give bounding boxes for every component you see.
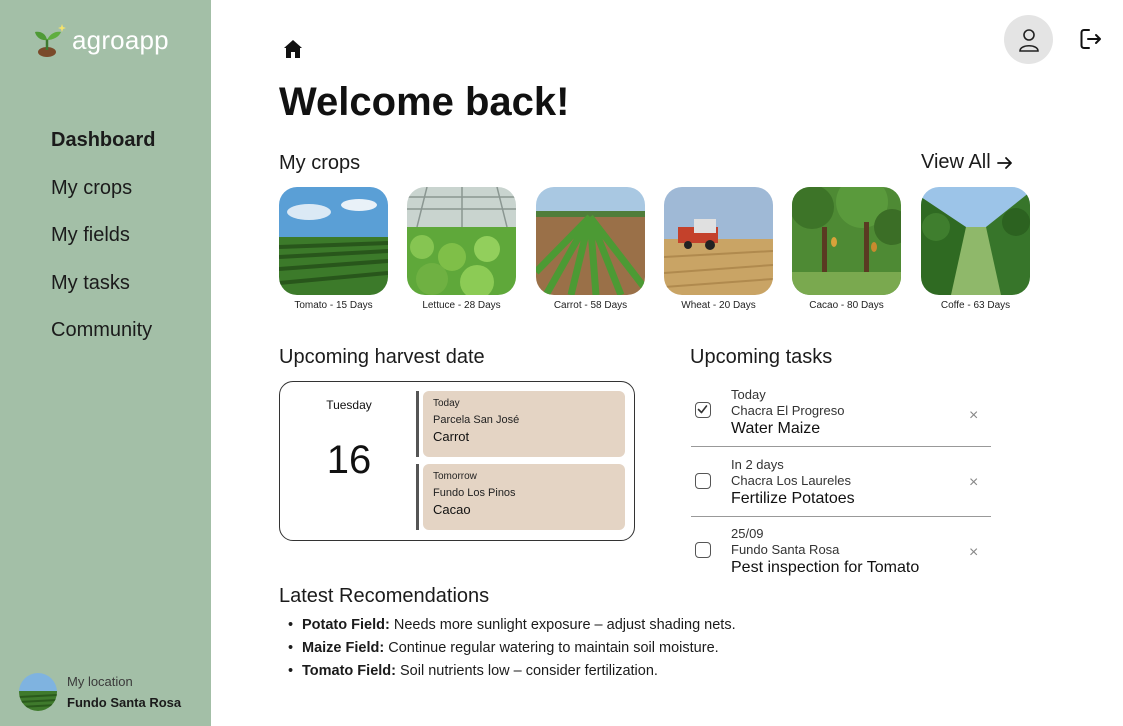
user-icon <box>1018 28 1039 52</box>
task-field: Chacra Los Laureles <box>731 473 851 488</box>
task-item: 25/09 Fundo Santa Rosa Pest inspection f… <box>691 516 991 586</box>
harvest-item-box: Today Parcela San José Carrot <box>423 391 625 457</box>
task-name: Water Maize <box>731 420 821 437</box>
recommendation-text: Soil nutrients low – consider fertilizat… <box>395 663 658 679</box>
harvest-day-number: 16 <box>326 438 372 482</box>
crop-image-cacao <box>792 187 901 295</box>
task-when: 25/09 <box>731 526 764 541</box>
crops-section-title: My crops <box>279 152 361 174</box>
crop-image-lettuce <box>407 187 516 295</box>
view-all-crops-link[interactable]: View All <box>921 151 1013 174</box>
task-remove-icon[interactable]: × <box>969 474 978 492</box>
crop-card-lettuce[interactable]: Lettuce - 28 Days <box>407 187 516 311</box>
harvest-calendar-card: Tuesday 16 Today Parcela San José Carrot… <box>279 381 635 541</box>
crop-label-cacao: Cacao - 80 Days <box>809 300 884 311</box>
recommendations-section-title: Latest Recomendations <box>279 585 490 607</box>
task-remove-icon[interactable]: × <box>969 407 978 425</box>
task-name: Fertilize Potatoes <box>731 490 855 507</box>
arrow-right-icon <box>996 156 1012 169</box>
harvest-item-when: Today <box>433 398 460 409</box>
crop-image-coffee <box>921 187 1030 295</box>
logout-icon[interactable] <box>1078 26 1104 52</box>
profile-button[interactable] <box>1004 15 1053 64</box>
recommendation-item: Potato Field: Needs more sunlight exposu… <box>288 617 736 640</box>
my-location[interactable]: My location Fundo Santa Rosa <box>19 673 181 711</box>
crop-card-coffee[interactable]: Coffe - 63 Days <box>921 187 1030 311</box>
task-name: Pest inspection for Tomato <box>731 559 920 576</box>
harvest-item[interactable]: Today Parcela San José Carrot <box>416 391 626 457</box>
task-remove-icon[interactable]: × <box>969 544 978 562</box>
app-name: agroapp <box>72 24 169 55</box>
page-title: Welcome back! <box>279 80 570 124</box>
location-label: My location <box>67 673 133 689</box>
sidebar-item-my-crops[interactable]: My crops <box>51 174 155 222</box>
view-all-label: View All <box>921 151 991 173</box>
crop-label-tomato: Tomato - 15 Days <box>294 300 373 311</box>
recommendation-item: Tomato Field: Soil nutrients low – consi… <box>288 663 736 686</box>
task-checkbox[interactable] <box>695 473 711 489</box>
harvest-item-field: Fundo Los Pinos <box>433 487 516 499</box>
crop-card-wheat[interactable]: Wheat - 20 Days <box>664 187 773 311</box>
harvest-item-bar <box>416 464 419 530</box>
sprout-logo-icon <box>35 24 66 57</box>
crop-card-cacao[interactable]: Cacao - 80 Days <box>792 187 901 311</box>
crop-image-tomato <box>279 187 388 295</box>
task-when: Today <box>731 387 766 402</box>
harvest-item-box: Tomorrow Fundo Los Pinos Cacao <box>423 464 625 530</box>
harvest-item-crop: Carrot <box>433 429 470 444</box>
task-item: In 2 days Chacra Los Laureles Fertilize … <box>691 446 991 517</box>
task-field: Fundo Santa Rosa <box>731 542 840 557</box>
task-checkbox[interactable] <box>695 542 711 558</box>
sidebar: agroapp Dashboard My crops My fields My … <box>0 0 211 726</box>
harvest-item[interactable]: Tomorrow Fundo Los Pinos Cacao <box>416 464 626 530</box>
recommendation-field: Tomato Field: <box>302 663 396 679</box>
task-when: In 2 days <box>731 457 784 472</box>
sidebar-item-my-fields[interactable]: My fields <box>51 221 155 269</box>
recommendations-list: Potato Field: Needs more sunlight exposu… <box>288 617 736 686</box>
harvest-item-bar <box>416 391 419 457</box>
sidebar-item-my-tasks[interactable]: My tasks <box>51 269 155 317</box>
harvest-item-field: Parcela San José <box>433 414 520 426</box>
crop-card-tomato[interactable]: Tomato - 15 Days <box>279 187 388 311</box>
task-item: Today Chacra El Progreso Water Maize × <box>691 376 991 447</box>
crop-image-carrot <box>536 187 645 295</box>
harvest-day-name: Tuesday <box>326 398 372 412</box>
crop-label-coffee: Coffe - 63 Days <box>940 300 1011 311</box>
recommendation-field: Potato Field: <box>302 617 390 633</box>
app-logo[interactable]: agroapp <box>32 22 169 58</box>
sidebar-nav: Dashboard My crops My fields My tasks Co… <box>51 126 155 364</box>
task-field: Chacra El Progreso <box>731 403 845 418</box>
harvest-item-crop: Cacao <box>433 502 471 517</box>
location-value: Fundo Santa Rosa <box>67 694 182 710</box>
tasks-section-title: Upcoming tasks <box>690 346 833 368</box>
check-icon <box>697 405 708 414</box>
task-checkbox-checked[interactable] <box>695 402 711 418</box>
harvest-item-when: Tomorrow <box>433 471 477 482</box>
location-avatar <box>19 673 57 711</box>
recommendation-text: Continue regular watering to maintain so… <box>384 640 719 656</box>
crop-card-carrot[interactable]: Carrot - 58 Days <box>536 187 645 311</box>
recommendation-text: Needs more sunlight exposure – adjust sh… <box>389 617 736 633</box>
sidebar-item-dashboard[interactable]: Dashboard <box>51 126 155 174</box>
sidebar-item-community[interactable]: Community <box>51 316 155 364</box>
crop-label-lettuce: Lettuce - 28 Days <box>422 300 501 311</box>
harvest-section-title: Upcoming harvest date <box>279 346 485 368</box>
crop-label-carrot: Carrot - 58 Days <box>553 300 628 311</box>
crop-image-wheat <box>664 187 773 295</box>
home-icon[interactable] <box>281 37 305 61</box>
recommendation-field: Maize Field: <box>302 640 385 656</box>
recommendation-item: Maize Field: Continue regular watering t… <box>288 640 736 663</box>
crop-label-wheat: Wheat - 20 Days <box>681 300 756 311</box>
